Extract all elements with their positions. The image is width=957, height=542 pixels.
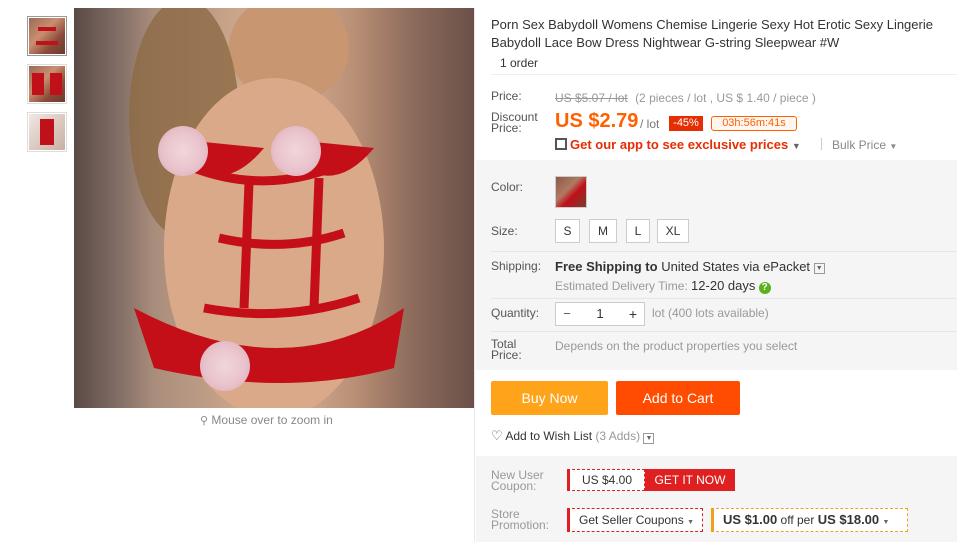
original-price: US $5.07 / lot xyxy=(555,91,628,105)
main-product-image[interactable] xyxy=(74,8,475,408)
price-label: Price: xyxy=(491,89,522,103)
quantity-input[interactable]: 1 xyxy=(578,303,622,325)
discount-price-label: Discount Price: xyxy=(491,110,538,135)
censor-blur xyxy=(271,126,321,176)
total-price-note: Depends on the product properties you se… xyxy=(555,339,798,353)
quantity-available: lot (400 lots available) xyxy=(652,306,769,320)
quantity-stepper: − 1 + xyxy=(555,302,645,326)
shipping-info: Free Shipping to United States via ePack… xyxy=(555,259,825,274)
discount-price: US $2.79 xyxy=(555,110,639,132)
divider xyxy=(491,331,957,332)
store-promotion-label: Store Promotion: xyxy=(491,507,550,532)
original-price-note: (2 pieces / lot , US $ 1.40 / piece ) xyxy=(635,91,816,105)
new-user-coupon-value: US $4.00 xyxy=(567,469,645,491)
get-seller-coupons-dropdown[interactable]: Get Seller Coupons ▼ xyxy=(567,508,703,532)
buy-now-button[interactable]: Buy Now xyxy=(491,381,608,415)
heart-icon: ♡ xyxy=(491,428,503,443)
help-icon[interactable]: ? xyxy=(758,282,771,294)
product-title: Porn Sex Babydoll Womens Chemise Lingeri… xyxy=(491,17,933,50)
discount-unit: / lot xyxy=(640,117,660,131)
divider xyxy=(474,8,475,542)
add-to-wishlist[interactable]: ♡ Add to Wish List (3 Adds) ▼ xyxy=(491,428,655,444)
order-count: 1 order xyxy=(500,56,539,70)
thumbnail-image xyxy=(29,18,65,54)
qr-code-icon xyxy=(555,138,567,150)
free-shipping-text: Free Shipping to xyxy=(555,259,658,274)
countdown-timer: 03h:56m:41s xyxy=(711,116,797,131)
censor-blur xyxy=(200,341,250,391)
divider xyxy=(491,251,957,252)
chevron-down-icon: ▼ xyxy=(791,141,801,151)
chevron-down-icon[interactable]: ▼ xyxy=(643,433,655,444)
get-it-now-button[interactable]: GET IT NOW xyxy=(645,469,735,491)
divider xyxy=(491,298,957,299)
zoom-hint: ⚲ Mouse over to zoom in xyxy=(200,413,333,427)
size-option-m[interactable]: M xyxy=(589,219,617,243)
chevron-down-icon: ▼ xyxy=(687,519,695,526)
size-option-s[interactable]: S xyxy=(555,219,580,243)
size-label: Size: xyxy=(491,224,518,238)
quantity-label: Quantity: xyxy=(491,306,540,320)
censor-blur xyxy=(158,126,208,176)
new-user-coupon-label: New User Coupon: xyxy=(491,468,544,493)
chevron-down-icon: ▼ xyxy=(889,142,898,151)
thumbnail-1[interactable] xyxy=(27,16,67,56)
total-price-label: Total Price: xyxy=(491,337,522,362)
app-promo-link[interactable]: Get our app to see exclusive prices ▼ xyxy=(555,137,801,152)
color-label: Color: xyxy=(491,180,524,194)
magnifier-icon: ⚲ xyxy=(200,415,209,427)
order-count-bar: 1 order xyxy=(491,52,957,75)
thumbnail-3[interactable] xyxy=(27,112,67,152)
delivery-time: Estimated Delivery Time: 12-20 days ? xyxy=(555,278,771,294)
size-option-xl[interactable]: XL xyxy=(657,219,689,243)
thumbnail-2[interactable] xyxy=(27,64,67,104)
shipping-destination[interactable]: United States via ePacket xyxy=(661,259,810,274)
original-price-row: US $5.07 / lot (2 pieces / lot , US $ 1.… xyxy=(555,91,816,105)
chevron-down-icon[interactable]: ▼ xyxy=(813,263,825,274)
size-option-l[interactable]: L xyxy=(626,219,650,243)
discount-badge: -45% xyxy=(669,116,703,131)
quantity-decrease-button[interactable]: − xyxy=(556,303,578,325)
chevron-down-icon: ▼ xyxy=(882,519,890,526)
divider xyxy=(821,138,822,150)
quantity-increase-button[interactable]: + xyxy=(622,303,644,325)
add-to-cart-button[interactable]: Add to Cart xyxy=(616,381,740,415)
store-discount-dropdown[interactable]: US $1.00 off per US $18.00 ▼ xyxy=(711,508,908,532)
wishlist-count: (3 Adds) xyxy=(595,429,641,443)
bulk-price-dropdown[interactable]: Bulk Price ▼ xyxy=(832,138,897,152)
color-swatch[interactable] xyxy=(555,176,587,208)
shipping-label: Shipping: xyxy=(491,259,542,273)
